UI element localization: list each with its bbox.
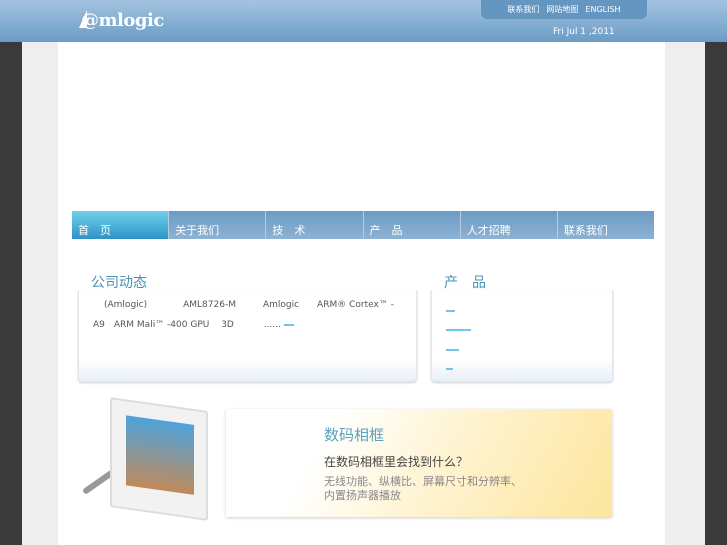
more-link[interactable] <box>283 323 294 326</box>
product-link[interactable] <box>446 310 455 312</box>
nav-tech[interactable]: 技 术 <box>265 211 362 239</box>
nav-contact[interactable]: 联系我们 <box>556 211 654 239</box>
header: @mlogic 联系我们 网站地图 ENGLISH Fri Jul 1 ,201… <box>0 0 727 42</box>
promo-banner[interactable]: 数码相框 在数码相框里会找到什么？ 无线功能、纵横比、屏幕尺寸和分辨率、 内置扬… <box>226 409 612 517</box>
main-nav: 首 页 关于我们 技 术 产 品 人才招聘 联系我们 <box>72 211 654 239</box>
banner-title: 数码相框 <box>324 426 385 444</box>
products-title: 产 品 <box>444 275 486 291</box>
products-box <box>431 290 613 382</box>
news-line-1: (Amlogic) AML8726-M Amlogic ARM® Cortex™… <box>104 300 394 310</box>
product-link[interactable] <box>446 368 453 370</box>
nav-products[interactable]: 产 品 <box>362 211 460 239</box>
link-contact[interactable]: 联系我们 <box>507 4 539 15</box>
link-sitemap[interactable]: 网站地图 <box>546 4 578 15</box>
link-english[interactable]: ENGLISH <box>585 5 620 14</box>
nav-home[interactable]: 首 页 <box>72 211 169 239</box>
photo <box>126 415 194 495</box>
date: Fri Jul 1 ,2011 <box>553 27 615 37</box>
news-line-2: A9 ARM Mali™ -400 GPU 3D ...... <box>93 320 281 330</box>
product-link[interactable] <box>446 329 471 331</box>
product-link[interactable] <box>446 349 459 351</box>
top-links: 联系我们 网站地图 ENGLISH <box>481 0 647 19</box>
banner-subtitle: 在数码相框里会找到什么？ <box>324 455 469 469</box>
nav-careers[interactable]: 人才招聘 <box>459 211 557 239</box>
logo[interactable]: @mlogic <box>79 10 164 31</box>
news-title: 公司动态 <box>91 275 147 291</box>
photo-frame-image[interactable] <box>110 397 208 521</box>
logo-text: @mlogic <box>81 10 164 31</box>
news-box: (Amlogic) AML8726-M Amlogic ARM® Cortex™… <box>78 290 417 382</box>
banner-desc-2: 内置扬声器播放 <box>324 489 401 502</box>
nav-about[interactable]: 关于我们 <box>168 211 265 239</box>
